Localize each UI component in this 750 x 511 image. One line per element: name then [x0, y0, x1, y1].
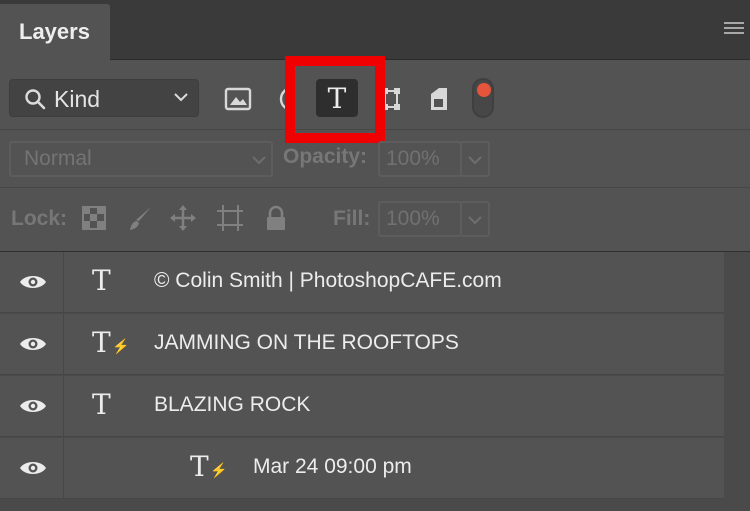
- eye-icon: [20, 462, 46, 474]
- lock-position-icon[interactable]: [169, 204, 197, 232]
- layer-name[interactable]: JAMMING ON THE ROOFTOPS: [154, 331, 459, 355]
- lock-all-icon[interactable]: [262, 204, 290, 232]
- chevron-down-icon: [174, 93, 188, 102]
- blend-mode-select[interactable]: Normal: [9, 141, 273, 177]
- layer-row[interactable]: T ⚡ Mar 24 09:00 pm: [0, 438, 724, 499]
- fill-label: Fill:: [333, 207, 371, 230]
- visibility-toggle[interactable]: [0, 376, 64, 437]
- lock-options-bar: Lock: Fill: 100%: [0, 188, 750, 252]
- pixel-filter-icon[interactable]: [224, 86, 252, 112]
- fill-value: 100%: [386, 207, 440, 230]
- smart-object-filter-icon[interactable]: [425, 86, 453, 112]
- tab-layers[interactable]: Layers: [0, 4, 110, 60]
- eye-icon: [20, 400, 46, 412]
- opacity-field[interactable]: 100%: [378, 141, 462, 177]
- chevron-down-icon: [252, 156, 266, 165]
- visibility-toggle[interactable]: [0, 314, 64, 375]
- eye-icon: [20, 276, 46, 288]
- lock-artboard-icon[interactable]: [216, 204, 244, 232]
- opacity-dropdown[interactable]: [460, 141, 490, 177]
- lock-transparent-pixels-icon[interactable]: [80, 204, 108, 232]
- filter-toggle-switch[interactable]: [472, 78, 494, 118]
- layer-row[interactable]: T BLAZING ROCK: [0, 376, 724, 437]
- layer-row[interactable]: T ⚡ JAMMING ON THE ROOFTOPS: [0, 314, 724, 375]
- lock-image-pixels-icon[interactable]: [127, 204, 155, 232]
- visibility-toggle[interactable]: [0, 252, 64, 313]
- tab-layers-label: Layers: [19, 19, 90, 44]
- chevron-down-icon: [468, 216, 482, 225]
- hamburger-menu-icon[interactable]: [724, 22, 744, 38]
- type-layer-icon: T: [92, 264, 111, 297]
- eye-icon: [20, 338, 46, 350]
- type-layer-warning-icon: T ⚡: [92, 326, 130, 359]
- layers-list: T © Colin Smith | PhotoshopCAFE.com T ⚡ J…: [0, 252, 750, 511]
- filter-kind-select[interactable]: Kind: [9, 79, 199, 117]
- lock-label: Lock:: [11, 207, 68, 230]
- blend-options-bar: Normal Opacity: 100%: [0, 130, 750, 188]
- fill-field[interactable]: 100%: [378, 201, 462, 237]
- chevron-down-icon: [468, 156, 482, 165]
- type-layer-warning-icon: T ⚡: [190, 450, 228, 483]
- opacity-value: 100%: [386, 147, 440, 170]
- layer-name[interactable]: Mar 24 09:00 pm: [253, 455, 412, 479]
- layer-name[interactable]: BLAZING ROCK: [154, 393, 310, 417]
- visibility-toggle[interactable]: [0, 438, 64, 499]
- layer-name[interactable]: © Colin Smith | PhotoshopCAFE.com: [154, 269, 502, 293]
- type-layer-icon: T: [92, 388, 111, 421]
- layers-scroll-gutter[interactable]: [724, 252, 750, 511]
- panel-tab-bar: Layers: [0, 0, 750, 60]
- search-icon: [25, 89, 46, 110]
- layers-panel: Layers Kind T Normal Opacity: 100% Lock:…: [0, 0, 750, 511]
- layer-row[interactable]: T © Colin Smith | PhotoshopCAFE.com: [0, 252, 724, 313]
- fill-dropdown[interactable]: [460, 201, 490, 237]
- blend-mode-value: Normal: [24, 147, 92, 170]
- filter-kind-label: Kind: [54, 86, 101, 112]
- opacity-label: Opacity:: [283, 145, 368, 168]
